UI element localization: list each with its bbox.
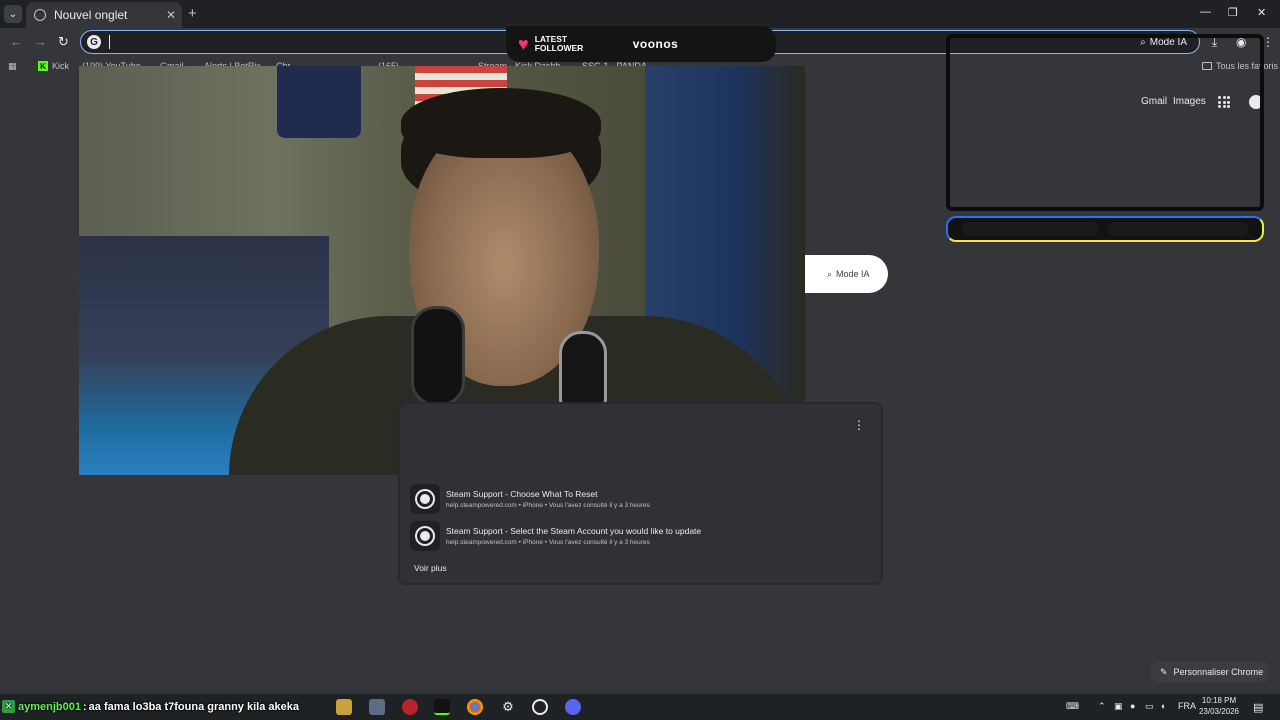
steam-icon [410,521,440,551]
tab-strip: ⌄ Nouvel onglet ✕ + — ❐ ✕ [0,0,1280,28]
bookmark-label: Kick [52,61,70,71]
chat-message: aa fama lo3ba t7founa granny kila akeka [88,701,299,713]
latest-follower-label: LATEST FOLLOWER [534,34,584,53]
suggestion-title: Steam Support - Select the Steam Account… [446,526,702,536]
pencil-icon: ✎ [1160,666,1168,677]
tab-new-tab[interactable]: Nouvel onglet ✕ [26,2,182,28]
apps-shortcut-icon[interactable]: ▦ [8,61,17,72]
close-icon[interactable]: ✕ [166,8,176,22]
clock[interactable]: 10:18 PM 23/03/2026 [1196,695,1242,717]
search-suggestions-panel: ⋮ Steam Support - Choose What To Reset h… [398,402,883,585]
chat-username: aymenjb001 [18,701,81,713]
keyboard-icon[interactable]: ⌨ [1066,701,1079,712]
rgb-bar-overlay [946,216,1264,242]
network-icon[interactable]: ▭ [1145,701,1154,712]
heart-icon: ♥ [518,33,529,54]
clock-time: 10:18 PM [1201,696,1237,705]
bookmark-kick[interactable]: K Kick [38,61,69,71]
terminal-icon[interactable] [434,699,450,715]
chrome-icon[interactable] [467,699,483,715]
language-indicator[interactable]: FRA [1178,701,1196,711]
chat-overlay: ✕ aymenjb001 : aa fama lo3ba t7founa gra… [0,696,299,718]
camera-frame-overlay [946,34,1264,211]
close-window-button[interactable]: ✕ [1257,6,1266,19]
text-cursor [109,35,110,49]
steam-icon [410,484,440,514]
chat-separator: : [82,701,87,713]
file-explorer-icon[interactable] [336,699,352,715]
mode-ai-button[interactable]: ⌕ Mode IA [805,255,888,293]
chevron-up-icon[interactable]: ⌃ [1098,701,1106,712]
suggestion-subtitle: help.steampowered.com • iPhone • Vous l'… [446,539,650,546]
globe-icon [34,9,46,21]
suggestion-item[interactable]: Steam Support - Choose What To Reset hel… [410,483,870,515]
google-icon: G [87,35,101,49]
forward-icon[interactable]: → [34,34,47,49]
customize-chrome-label: Personnaliser Chrome [1173,667,1264,677]
notifications-icon[interactable]: ▤ [1253,701,1263,714]
back-icon[interactable]: ← [10,34,23,49]
chat-user-icon: ✕ [2,700,15,713]
obs-recorder-icon[interactable] [402,699,418,715]
follower-name: voonos [632,37,679,51]
search-sparkle-icon: ⌕ [827,268,833,279]
maximize-button[interactable]: ❐ [1228,6,1238,19]
volume-icon[interactable]: ◖ [1160,701,1165,711]
obs-icon[interactable] [532,699,548,715]
mode-ai-label: Mode IA [836,269,870,279]
reload-icon[interactable]: ↻ [58,34,69,50]
tray-app-icon[interactable]: ▣ [1114,701,1123,712]
microphone-icon[interactable]: ● [1130,701,1135,711]
see-more-link[interactable]: Voir plus [414,563,447,573]
mail-icon[interactable] [369,699,385,715]
tab-title: Nouvel onglet [54,8,128,22]
suggestion-subtitle: help.steampowered.com • iPhone • Vous l'… [446,502,650,509]
customize-chrome-button[interactable]: ✎ Personnaliser Chrome [1150,661,1270,683]
minimize-button[interactable]: — [1200,6,1211,18]
kick-icon: K [38,61,48,71]
suggestion-title: Steam Support - Choose What To Reset [446,489,598,499]
latest-follower-widget: ♥ LATEST FOLLOWER voonos [506,26,776,62]
headset [411,306,465,406]
more-options-icon[interactable]: ⋮ [853,418,865,432]
clock-date: 23/03/2026 [1198,707,1240,716]
new-tab-button[interactable]: + [188,5,197,22]
tab-search-button[interactable]: ⌄ [4,5,22,23]
settings-icon[interactable]: ⚙ [500,699,516,715]
discord-icon[interactable] [565,699,581,715]
suggestion-item[interactable]: Steam Support - Select the Steam Account… [410,520,870,552]
